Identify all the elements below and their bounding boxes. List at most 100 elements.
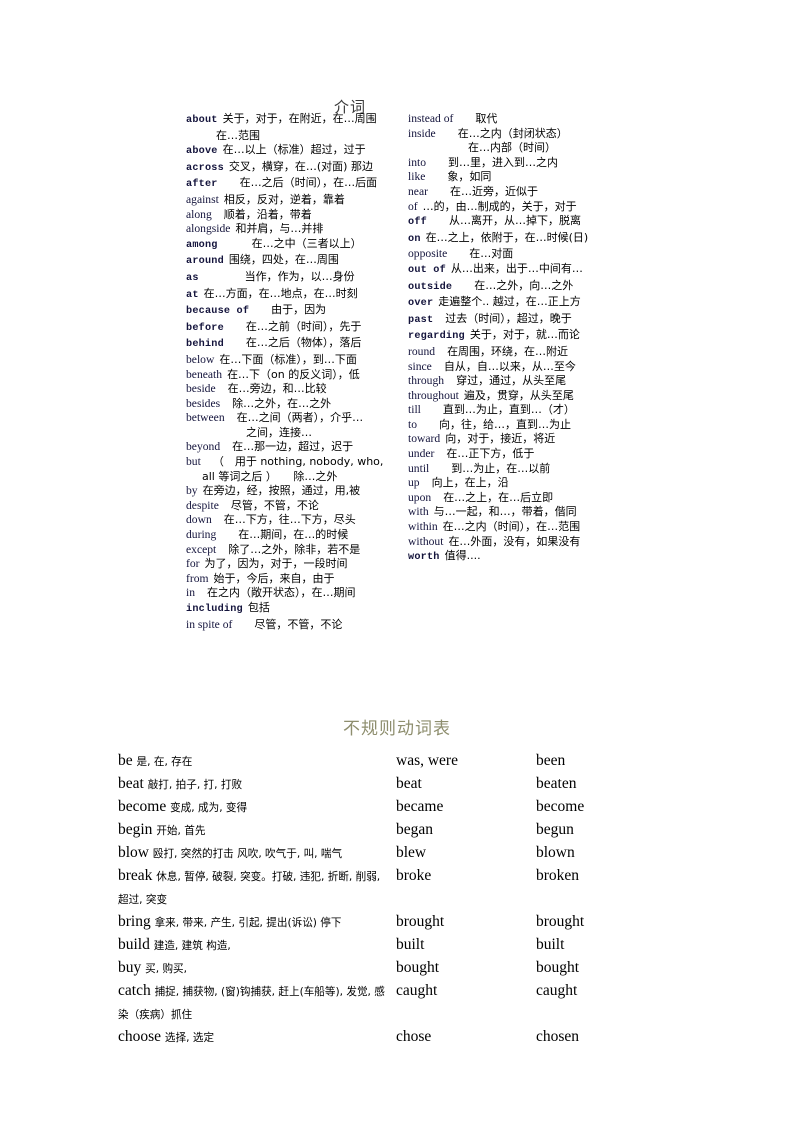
preposition-definition: 由于，因为	[271, 303, 327, 317]
preposition-definition: 向上，在上，沿	[431, 476, 509, 490]
preposition-definition: 到…里，进入到…之内	[448, 155, 559, 169]
preposition-entry: round 在周围，环绕，在…附近	[408, 345, 608, 360]
preposition-definition: 在…对面	[469, 247, 514, 261]
table-row: beat 敲打, 拍子, 打, 打败 beat beaten	[118, 773, 688, 796]
table-row: catch 捕捉, 捕获物, (窗)钩捕获, 赶上(车船等), 发觉, 感染（疾…	[118, 980, 688, 1026]
preposition-word: up	[408, 476, 420, 490]
preposition-entry: because of 由于，因为	[186, 303, 408, 320]
preposition-definition: 值得....	[444, 549, 481, 563]
verb-base-cell: begin 开始, 首先	[118, 819, 388, 842]
preposition-word: within	[408, 520, 438, 534]
preposition-definition: 关于，对于，在附近，在…周围	[222, 112, 377, 125]
verb-base-form: bring	[118, 913, 151, 930]
preposition-word: without	[408, 534, 444, 548]
preposition-entry: opposite 在…对面	[408, 247, 608, 262]
preposition-entry: by 在旁边，经，按照，通过，用,被	[186, 484, 408, 499]
preposition-entry: up 向上，在上，沿	[408, 476, 608, 491]
preposition-entry: about 关于，对于，在附近，在…周围	[186, 112, 408, 129]
preposition-entry: without 在…外面，没有，如果没有	[408, 535, 608, 550]
preposition-word: past	[408, 314, 434, 326]
verb-base-cell: catch 捕捉, 捕获物, (窗)钩捕获, 赶上(车船等), 发觉, 感染（疾…	[118, 980, 388, 1026]
preposition-entry: throughout 遍及，贯穿，从头至尾	[408, 389, 608, 404]
verb-base-form: choose	[118, 1028, 162, 1045]
preposition-entry: under 在…正下方，低于	[408, 447, 608, 462]
verb-past-participle: chosen	[536, 1028, 580, 1045]
preposition-definition: 在…正下方，低于	[446, 447, 535, 461]
verb-base-cell: build 建造, 建筑 构造,	[118, 934, 388, 957]
preposition-entry: beside 在…旁边，和…比较	[186, 382, 408, 397]
preposition-word: but	[186, 455, 201, 469]
preposition-word: near	[408, 184, 428, 198]
preposition-word: before	[186, 322, 224, 334]
preposition-definition: 和并肩，与…并排	[235, 222, 324, 236]
preposition-entry: down 在…下方，往…下方，尽头	[186, 513, 408, 528]
preposition-entry: within 在…之内（时间），在…范围	[408, 520, 608, 535]
preposition-definition: 包括	[247, 601, 270, 614]
preposition-entry: in 在之内（敞开状态），在…期间	[186, 586, 408, 601]
preposition-definition: 交叉，横穿，在…(对面) 那边	[228, 159, 373, 173]
preposition-word: during	[186, 528, 217, 542]
preposition-definition: 在…旁边，和…比较	[227, 382, 327, 396]
table-row: build 建造, 建筑 构造, built built	[118, 934, 688, 957]
preposition-word: instead of	[408, 112, 454, 125]
preposition-entry: along 顺着，沿着，带着	[186, 208, 408, 223]
preposition-word: inside	[408, 126, 436, 140]
preposition-entry: off 从…离开，从…掉下，脱离	[408, 214, 608, 231]
verb-past-tense: beat	[396, 775, 422, 792]
verb-meaning: 捕捉, 捕获物, (窗)钩捕获, 赶上(车船等), 发觉, 感染（疾病）抓住	[118, 986, 385, 1021]
preposition-definition: 始于，今后，来自，由于	[213, 571, 335, 585]
preposition-entry: all 等词之后 ） 除…之外	[186, 470, 408, 485]
verb-base-cell: bring 拿来, 带来, 产生, 引起, 提出(诉讼) 停下	[118, 911, 388, 934]
preposition-definition: 遍及，贯穿，从头至尾	[463, 388, 574, 402]
preposition-definition: 之间，连接…	[246, 425, 312, 439]
preposition-word: alongside	[186, 222, 231, 236]
preposition-word: behind	[186, 339, 224, 351]
preposition-definition: 向，对于，接近，将近	[445, 432, 556, 446]
preposition-word: because of	[186, 306, 250, 318]
preposition-entry: below 在…下面（标准），到…下面	[186, 353, 408, 368]
preposition-definition: 在…之后（时间），在…后面	[239, 176, 378, 190]
verb-past-participle: begun	[536, 821, 574, 838]
preposition-entry: across 交叉，横穿，在…(对面) 那边	[186, 160, 408, 177]
preposition-entry: before 在…之前（时间），先于	[186, 320, 408, 337]
preposition-definition: 在…之上，在…后立即	[443, 490, 554, 504]
verb-past-participle: brought	[536, 913, 585, 930]
preposition-definition: 在…下方，往…下方，尽头	[223, 513, 356, 527]
verb-past-tense: bought	[396, 959, 440, 976]
verb-past-participle: been	[536, 752, 566, 769]
irregular-verbs-table: be 是, 在, 存在 was, were been beat 敲打, 拍子, 打, …	[118, 750, 688, 1049]
preposition-definition: 在之内（敞开状态），在…期间	[207, 586, 356, 600]
preposition-definition: 在旁边，经，按照，通过，用,被	[202, 484, 361, 498]
preposition-entry: till 直到…为止，直到…（才）	[408, 403, 608, 418]
verb-base-cell: break 休息, 暂停, 破裂, 突变。打破, 违犯, 折断, 削弱, 超过,…	[118, 865, 388, 911]
preposition-definition: 向，往，给…，直到…为止	[439, 417, 572, 431]
preposition-entry: instead of 取代	[408, 112, 608, 127]
preposition-word: throughout	[408, 388, 459, 402]
preposition-entry: between 在…之间（两者），介乎…	[186, 411, 408, 426]
preposition-entry: over 走遍整个.. 越过，在…正上方	[408, 295, 608, 312]
table-row: become 变成, 成为, 变得 became become	[118, 796, 688, 819]
preposition-entry: 之间，连接…	[186, 426, 408, 441]
preposition-definition: 取代	[475, 112, 498, 125]
preposition-definition: 与…一起，和…，带着，偕同	[433, 505, 577, 519]
preposition-entry: with 与…一起，和…，带着，偕同	[408, 505, 608, 520]
table-row: bring 拿来, 带来, 产生, 引起, 提出(诉讼) 停下 brought br…	[118, 911, 688, 934]
verb-base-form: begin	[118, 821, 153, 838]
preposition-word: at	[186, 289, 199, 301]
verb-past-participle: beaten	[536, 775, 577, 792]
preposition-word: from	[186, 571, 209, 585]
preposition-definition: 关于，对于，就…而论	[469, 328, 580, 342]
verb-past-tense: began	[396, 821, 434, 838]
preposition-entry: alongside 和并肩，与…并排	[186, 222, 408, 237]
preposition-word: along	[186, 207, 212, 221]
preposition-word: under	[408, 447, 435, 461]
verb-past-participle: blown	[536, 844, 575, 861]
preposition-word: after	[186, 179, 218, 191]
verb-meaning: 建造, 建筑 构造,	[153, 940, 231, 952]
verb-base-cell: blow 殴打, 突然的打击 风吹, 吹气于, 叫, 喘气	[118, 842, 388, 865]
preposition-word: as	[186, 272, 199, 284]
preposition-word: among	[186, 239, 218, 251]
preposition-word: toward	[408, 432, 441, 446]
preposition-definition: 在…下（on 的反义词），低	[227, 367, 360, 381]
preposition-entry: until 到…为止，在…以前	[408, 462, 608, 477]
